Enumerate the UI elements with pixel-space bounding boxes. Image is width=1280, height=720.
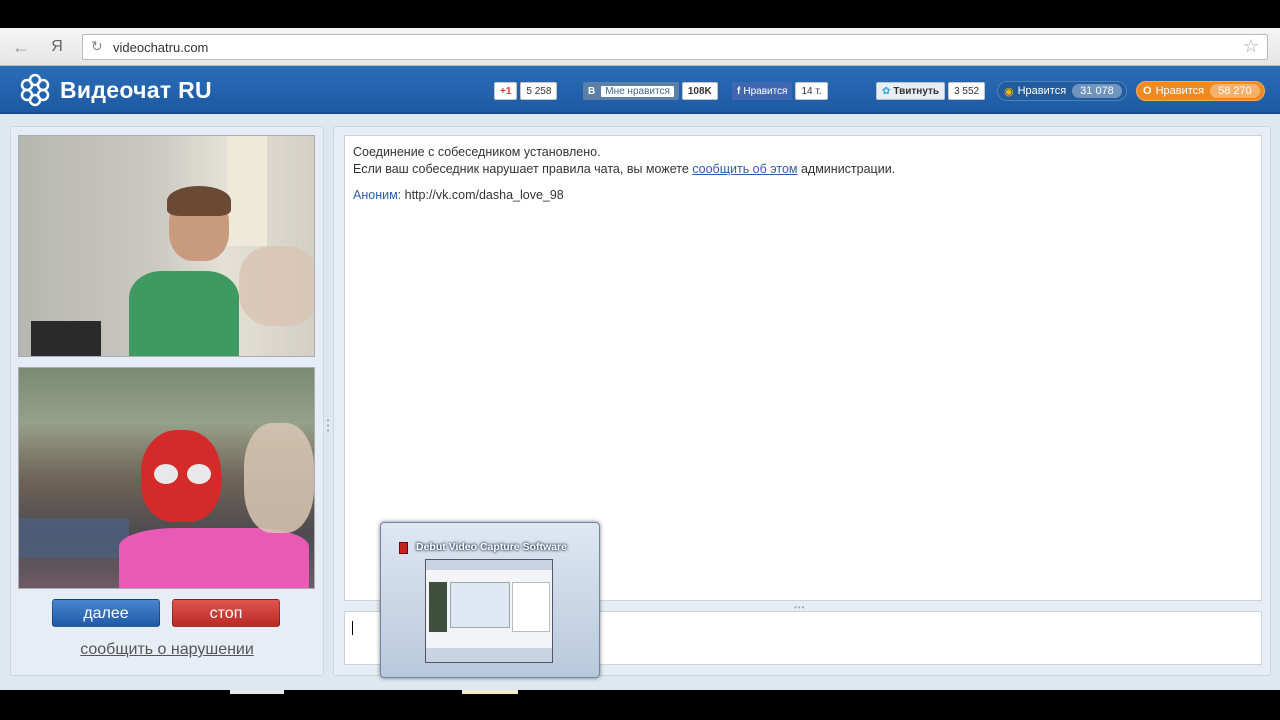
browser-toolbar: ← Я ↻ videochatru.com ☆ <box>0 28 1280 66</box>
twitter-button[interactable]: ✿ Твитнуть <box>876 82 946 100</box>
star-bookmark-icon[interactable]: ☆ <box>1243 36 1259 57</box>
logo-icon <box>20 73 50 107</box>
rules-text-before: Если ваш собеседник нарушает правила чат… <box>353 162 693 176</box>
mask-eye-right <box>187 464 211 484</box>
taskbar <box>0 690 1280 720</box>
vk-icon: B <box>588 85 596 97</box>
person-hand <box>239 246 314 326</box>
vk-like[interactable]: B Мне нравится 108K <box>583 81 718 101</box>
url-text: videochatru.com <box>113 40 209 55</box>
twitter-share[interactable]: ✿ Твитнуть 3 552 <box>876 81 986 101</box>
thumb-sidebar <box>429 582 447 632</box>
person-shirt <box>119 528 309 588</box>
mailru-label: Нравится <box>1017 85 1067 97</box>
background-window <box>227 136 267 246</box>
stop-button[interactable]: стоп <box>172 599 280 627</box>
system-message-rules: Если ваш собеседник нарушает правила чат… <box>353 161 1253 178</box>
ok-label: Нравится <box>1155 85 1205 97</box>
fb-like[interactable]: f Нравится 14 т. <box>732 81 828 101</box>
facebook-icon: f <box>737 85 741 97</box>
fb-button[interactable]: f Нравится <box>732 82 793 100</box>
twitter-count: 3 552 <box>948 82 986 100</box>
background-blanket <box>19 518 129 558</box>
twitter-label: Твитнуть <box>893 85 940 97</box>
yandex-button[interactable]: Я <box>46 36 68 58</box>
text-caret <box>352 621 353 635</box>
person-hair <box>167 186 231 216</box>
system-message-connected: Соединение с собеседником установлено. <box>353 145 601 159</box>
taskbar-item[interactable] <box>230 690 284 694</box>
fb-label: Нравится <box>743 85 788 97</box>
panel-resize-grip[interactable]: • • • <box>325 417 331 438</box>
odnoklassniki-icon: О <box>1143 85 1152 97</box>
back-arrow-icon[interactable]: ← <box>10 36 32 58</box>
rules-text-after: администрации. <box>797 162 896 176</box>
ok-button[interactable]: О Нравится 58 270 <box>1136 81 1265 101</box>
person-hand <box>244 423 314 533</box>
mask-eye-left <box>154 464 178 484</box>
chat-message: Аноним: http://vk.com/dasha_love_98 <box>353 187 1253 204</box>
video-panel: далее стоп сообщить о нарушении <box>10 126 324 676</box>
debut-app-icon <box>399 542 408 554</box>
report-violation-link[interactable]: сообщить о нарушении <box>11 641 323 659</box>
taskbar-item[interactable] <box>462 690 518 694</box>
fb-count: 14 т. <box>795 82 828 100</box>
thumb-statusbar <box>426 648 552 662</box>
gplus-button[interactable]: +1 <box>494 82 518 100</box>
ok-count: 58 270 <box>1210 84 1260 98</box>
thumb-toolbar <box>426 560 552 570</box>
message-author: Аноним: <box>353 188 402 202</box>
remote-video <box>18 135 315 357</box>
screen: ← Я ↻ videochatru.com ☆ Видеочат RU +1 5… <box>0 28 1280 690</box>
gplus-share[interactable]: +1 5 258 <box>494 81 558 101</box>
thumb-video <box>450 582 510 628</box>
ok-like[interactable]: О Нравится 58 270 <box>1136 81 1265 101</box>
person-shirt <box>129 271 239 356</box>
report-admin-link[interactable]: сообщить об этом <box>692 162 797 176</box>
local-video <box>18 367 315 589</box>
mailru-count: 31 078 <box>1072 84 1122 98</box>
mailru-button[interactable]: ◉ Нравится 31 078 <box>997 81 1127 101</box>
vk-count: 108K <box>681 82 718 100</box>
next-button[interactable]: далее <box>52 599 160 627</box>
message-text: http://vk.com/dasha_love_98 <box>401 188 564 202</box>
twitter-bird-icon: ✿ <box>882 85 891 97</box>
mailru-like[interactable]: ◉ Нравится 31 078 <box>997 81 1127 101</box>
preview-title: Debut Video Capture Software <box>416 541 567 553</box>
site-title: Видеочат RU <box>60 77 212 103</box>
address-bar[interactable]: ↻ videochatru.com ☆ <box>82 34 1268 60</box>
taskbar-thumbnail-preview[interactable]: Debut Video Capture Software <box>380 522 600 678</box>
gplus-count: 5 258 <box>520 82 558 100</box>
reload-icon[interactable]: ↻ <box>91 38 103 55</box>
site-header: Видеочат RU +1 5 258 B Мне нравится 108K… <box>0 66 1280 114</box>
vk-button[interactable]: B Мне нравится <box>583 82 679 100</box>
thumb-panel <box>512 582 550 632</box>
vk-label: Мне нравится <box>601 85 674 97</box>
mailru-icon: ◉ <box>1004 85 1014 98</box>
background-furniture <box>31 321 101 356</box>
preview-thumbnail <box>425 559 553 663</box>
